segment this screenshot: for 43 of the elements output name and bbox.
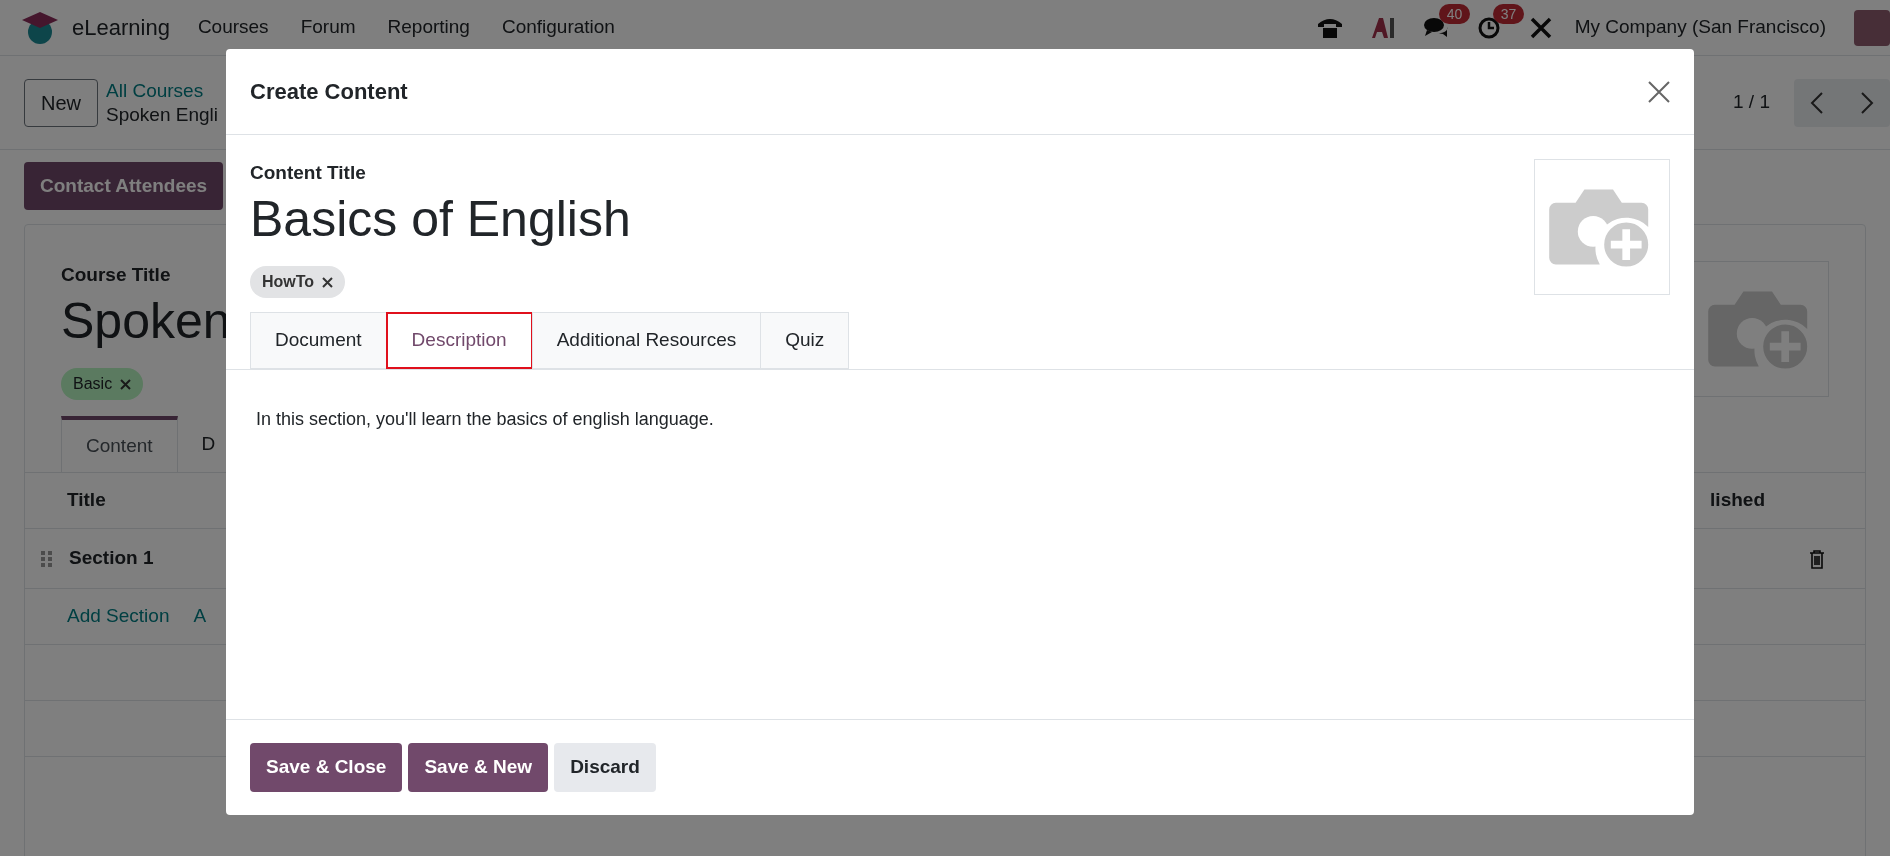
tab[interactable]: Description — [385, 312, 533, 369]
close-icon[interactable] — [1648, 80, 1670, 103]
menu-item[interactable]: Forum — [300, 13, 356, 42]
column-header: Title — [67, 488, 106, 513]
dialog-title: Create Content — [250, 78, 408, 106]
tab[interactable]: Document — [250, 312, 387, 369]
user-avatar[interactable] — [1854, 9, 1890, 46]
breadcrumb-link[interactable]: All Courses — [106, 78, 218, 103]
drag-handle-icon[interactable] — [41, 550, 53, 567]
trash-icon[interactable] — [1809, 548, 1825, 569]
dialog-button[interactable]: Save & Close — [250, 743, 403, 792]
section-title: Section 1 — [69, 546, 154, 571]
tag[interactable]: HowTo — [250, 266, 346, 298]
clock-icon[interactable] — [1476, 15, 1501, 40]
field-label: Course Title — [61, 263, 172, 287]
add-link[interactable]: A — [193, 602, 207, 631]
tag[interactable]: Basic — [61, 368, 144, 400]
tab[interactable]: Additional Resources — [531, 312, 762, 369]
content-title-field[interactable]: Basics of English — [250, 187, 631, 250]
record-name: Spoken Engli — [106, 102, 218, 127]
new-button[interactable]: New — [24, 78, 98, 127]
menu-item[interactable]: Courses — [197, 13, 269, 42]
tools-icon[interactable] — [1528, 15, 1553, 40]
contact-attendees-button[interactable]: Contact Attendees — [24, 162, 224, 210]
dialog-button[interactable]: Discard — [554, 743, 656, 792]
company-name[interactable]: My Company (San Francisco) — [1574, 13, 1826, 42]
app-name[interactable]: eLearning — [72, 11, 170, 44]
graduation-cap-icon[interactable] — [20, 9, 60, 46]
notification-count: 37 — [1492, 3, 1525, 24]
tab[interactable]: Quiz — [760, 312, 850, 369]
notification-count: 40 — [1438, 3, 1471, 24]
dialog-button[interactable]: Save & New — [408, 743, 549, 792]
ai-logo-icon[interactable] — [1370, 16, 1395, 39]
chat-icon[interactable] — [1422, 15, 1449, 40]
tab[interactable]: Content — [61, 416, 178, 472]
menu-item[interactable]: Configuration — [501, 13, 615, 42]
column-header: lished — [1710, 488, 1765, 513]
remove-icon[interactable] — [322, 276, 334, 288]
add-link[interactable]: Add Section — [67, 602, 170, 631]
description-text[interactable]: In this section, you'll learn the basics of english language. — [256, 406, 1664, 433]
pager-value: 1 / 1 — [1733, 90, 1770, 115]
field-label: Content Title — [250, 161, 367, 185]
menu-item[interactable]: Reporting — [387, 13, 470, 42]
